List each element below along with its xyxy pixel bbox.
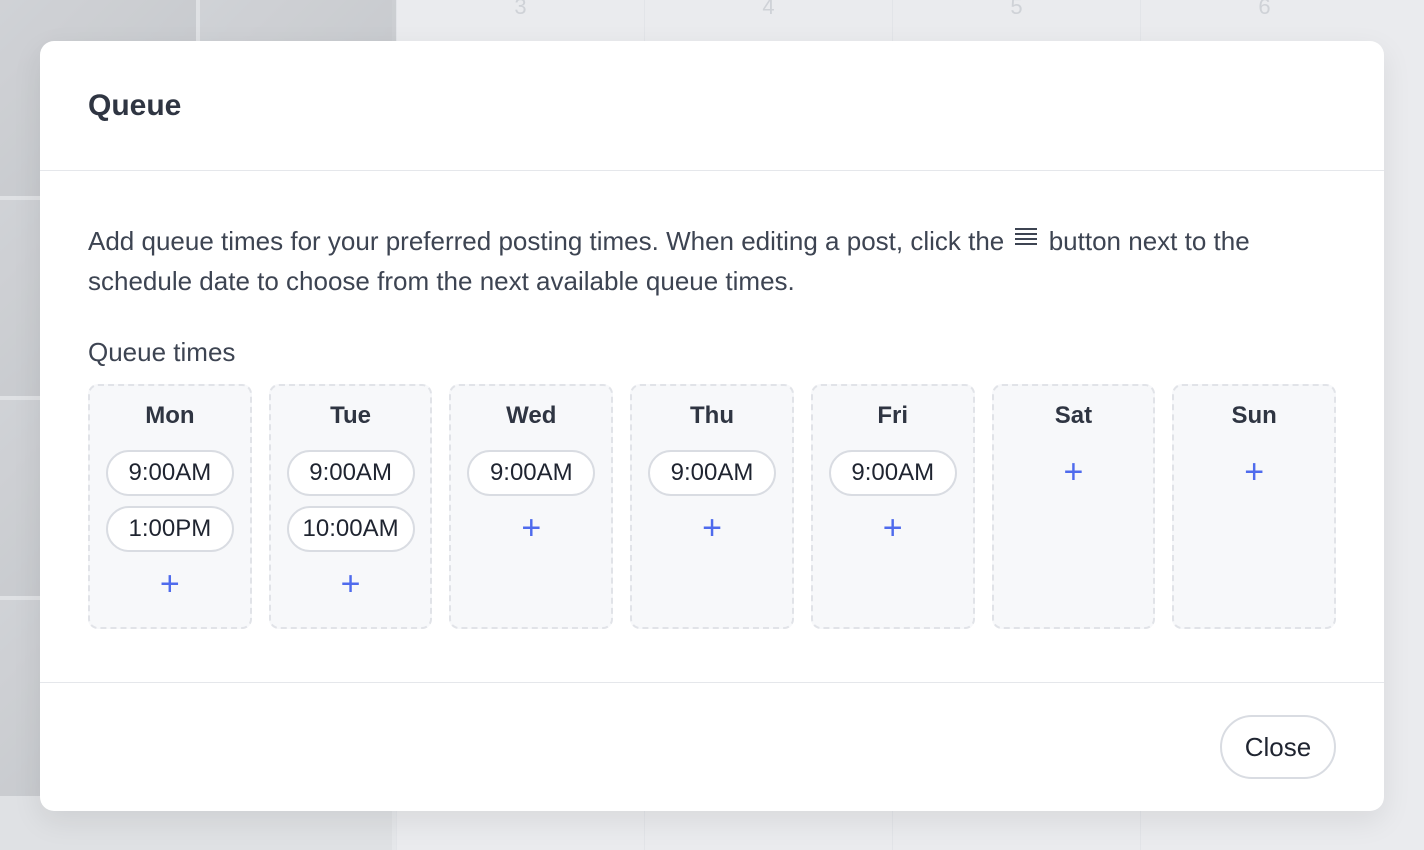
day-name: Wed [506, 402, 557, 429]
modal-header: Queue [40, 41, 1384, 171]
modal-footer: Close [40, 682, 1384, 811]
add-time-icon[interactable]: + [873, 508, 913, 548]
day-column-sat: Sat + [991, 384, 1156, 629]
queue-time-pill[interactable]: 9:00AM [105, 450, 234, 496]
queue-times-label: Queue times [88, 337, 236, 367]
add-time-icon[interactable]: + [331, 564, 371, 604]
day-column-sun: Sun + [1172, 384, 1337, 629]
queue-modal: Queue Add queue times for your preferred… [40, 41, 1384, 811]
day-column-thu: Thu 9:00AM + [630, 384, 794, 629]
day-name: Sun [1231, 402, 1277, 429]
day-name: Thu [690, 402, 734, 429]
queue-time-pill[interactable]: 9:00AM [286, 450, 415, 496]
description-text-start: Add queue times for your preferred posti… [88, 226, 1005, 256]
day-name: Mon [145, 402, 195, 429]
add-time-icon[interactable]: + [511, 508, 551, 548]
queue-time-pill[interactable]: 10:00AM [286, 506, 415, 552]
day-column-tue: Tue 9:00AM 10:00AM + [268, 384, 433, 629]
day-name: Fri [877, 402, 909, 429]
day-column-mon: Mon 9:00AM 1:00PM + [88, 384, 252, 629]
list-icon [1015, 226, 1038, 248]
day-name: Tue [330, 402, 372, 429]
close-button[interactable]: Close [1220, 715, 1336, 779]
queue-time-pill[interactable]: 9:00AM [467, 450, 596, 496]
add-time-icon[interactable]: + [1053, 452, 1093, 492]
modal-title: Queue [88, 88, 182, 122]
queue-description: Add queue times for your preferred posti… [88, 221, 1288, 301]
modal-body: Add queue times for your preferred posti… [40, 171, 1384, 682]
queue-time-pill[interactable]: 9:00AM [828, 450, 957, 496]
day-name: Sat [1054, 402, 1093, 429]
queue-time-pill[interactable]: 9:00AM [648, 450, 777, 496]
day-column-fri: Fri 9:00AM + [810, 384, 975, 629]
add-time-icon[interactable]: + [1234, 452, 1274, 492]
queue-days-row: Mon 9:00AM 1:00PM + Tue 9:00AM 10:00AM + Wed 9:00… [88, 384, 1337, 629]
day-column-wed: Wed 9:00AM + [449, 384, 614, 629]
queue-time-pill[interactable]: 1:00PM [105, 506, 234, 552]
add-time-icon[interactable]: + [692, 508, 732, 548]
add-time-icon[interactable]: + [150, 564, 190, 604]
